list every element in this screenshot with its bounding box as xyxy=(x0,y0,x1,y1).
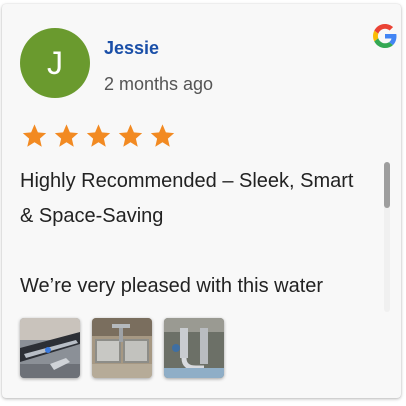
star-rating xyxy=(20,122,177,150)
scrollbar-thumb[interactable] xyxy=(384,162,390,208)
google-g-icon xyxy=(373,24,397,48)
sink-photo[interactable] xyxy=(92,318,152,378)
author-name-link[interactable]: Jessie xyxy=(104,38,159,59)
star-icon xyxy=(54,124,79,147)
review-photos xyxy=(20,318,224,378)
review-title: Highly Recommended – Sleek, Smart & Spac… xyxy=(20,170,354,227)
avatar: J xyxy=(20,28,90,98)
under-sink-pipes-photo[interactable] xyxy=(164,318,224,378)
review-time: 2 months ago xyxy=(104,74,214,94)
star-icon xyxy=(118,124,143,147)
star-icon xyxy=(22,124,47,147)
review-body: We’re very pleased with this water xyxy=(20,275,324,297)
faucet-photo[interactable] xyxy=(20,318,80,378)
star-icon xyxy=(86,124,111,147)
review-text[interactable]: Highly Recommended – Sleek, Smart & Spac… xyxy=(20,164,372,310)
star-icon xyxy=(150,124,175,147)
review-scrollbar[interactable] xyxy=(384,162,390,312)
review-card: J Jessie 2 months ago Highly Recommended… xyxy=(2,4,401,398)
